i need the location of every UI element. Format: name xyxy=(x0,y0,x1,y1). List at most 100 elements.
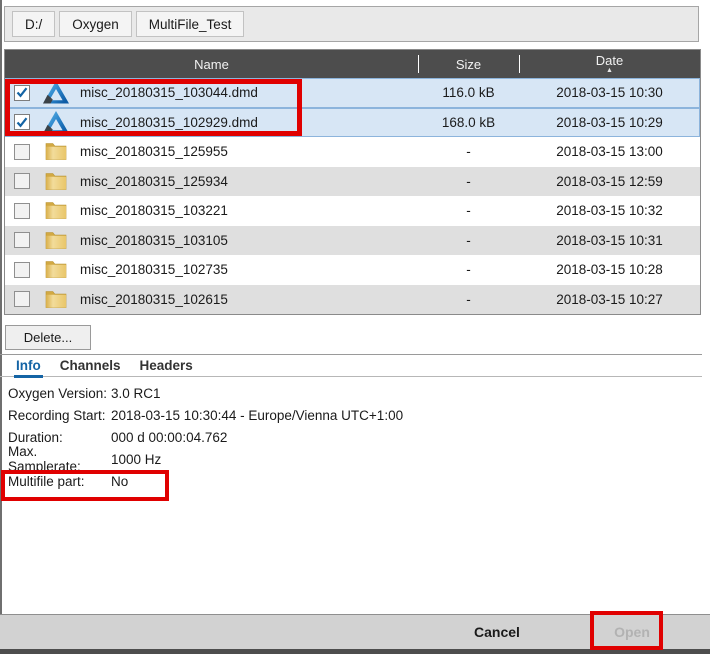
row-checkbox[interactable] xyxy=(14,173,30,189)
column-header-date[interactable]: Date ▲ xyxy=(519,50,700,78)
table-row[interactable]: misc_20180315_103221 -2018-03-15 10:32 xyxy=(5,196,700,226)
info-panel: Oxygen Version:3.0 RC1Recording Start:20… xyxy=(8,382,608,492)
open-button[interactable]: Open xyxy=(608,615,656,649)
folder-icon xyxy=(43,169,69,193)
table-row[interactable]: misc_20180315_125934 -2018-03-15 12:59 xyxy=(5,167,700,197)
folder-icon xyxy=(43,199,69,223)
file-name: misc_20180315_125934 xyxy=(80,174,228,189)
file-size: - xyxy=(418,203,519,218)
file-name: misc_20180315_125955 xyxy=(80,144,228,159)
info-value: 000 d 00:00:04.762 xyxy=(111,430,227,445)
breadcrumb-item-multifile-test[interactable]: MultiFile_Test xyxy=(136,11,245,37)
row-checkbox[interactable] xyxy=(14,203,30,219)
table-row[interactable]: misc_20180315_102735 -2018-03-15 10:28 xyxy=(5,255,700,285)
file-date: 2018-03-15 10:28 xyxy=(519,262,700,277)
tab-info[interactable]: Info xyxy=(16,358,41,375)
file-size: 116.0 kB xyxy=(418,85,519,100)
footer-dark-strip xyxy=(0,649,710,654)
row-checkbox-checked[interactable] xyxy=(14,114,30,130)
dewetron-file-icon xyxy=(43,110,69,134)
folder-icon xyxy=(45,201,67,220)
info-value: No xyxy=(111,474,128,489)
table-row[interactable]: misc_20180315_102615 -2018-03-15 10:27 xyxy=(5,285,700,315)
file-table: Name Size Date ▲ misc_20180315_103044.dm… xyxy=(4,49,701,315)
cancel-button[interactable]: Cancel xyxy=(468,615,526,649)
delete-button[interactable]: Delete... xyxy=(5,325,91,350)
column-header-name[interactable]: Name xyxy=(5,50,418,78)
file-name: misc_20180315_103044.dmd xyxy=(80,85,258,100)
file-date: 2018-03-15 12:59 xyxy=(519,174,700,189)
detail-tabs: Info Channels Headers xyxy=(0,356,702,377)
row-checkbox[interactable] xyxy=(14,291,30,307)
file-size: 168.0 kB xyxy=(418,115,519,130)
file-size: - xyxy=(418,174,519,189)
folder-icon xyxy=(43,287,69,311)
table-header: Name Size Date ▲ xyxy=(5,50,700,78)
info-label: Max. Samplerate: xyxy=(8,444,111,474)
row-name-cell: misc_20180315_103044.dmd xyxy=(5,78,418,108)
dewetron-file-icon xyxy=(43,111,69,134)
info-line: Oxygen Version:3.0 RC1 xyxy=(8,382,608,404)
folder-icon xyxy=(43,228,69,252)
table-row[interactable]: misc_20180315_102929.dmd168.0 kB2018-03-… xyxy=(5,108,700,138)
folder-icon xyxy=(45,231,67,250)
file-date: 2018-03-15 10:32 xyxy=(519,203,700,218)
row-name-cell: misc_20180315_125934 xyxy=(5,167,418,197)
row-name-cell: misc_20180315_102929.dmd xyxy=(5,108,418,138)
column-header-size[interactable]: Size xyxy=(418,50,519,78)
footer-bar: Cancel Open xyxy=(0,614,710,649)
row-name-cell: misc_20180315_102735 xyxy=(5,255,418,285)
folder-icon xyxy=(45,172,67,191)
row-checkbox[interactable] xyxy=(14,262,30,278)
file-size: - xyxy=(418,262,519,277)
column-header-date-label: Date xyxy=(596,55,623,67)
info-line: Multifile part:No xyxy=(8,470,608,492)
sort-ascending-icon: ▲ xyxy=(606,67,613,74)
window-left-border xyxy=(0,0,2,614)
file-size: - xyxy=(418,292,519,307)
folder-icon xyxy=(43,140,69,164)
tab-channels[interactable]: Channels xyxy=(60,358,121,375)
breadcrumb-item-drive[interactable]: D:/ xyxy=(12,11,55,37)
info-label: Recording Start: xyxy=(8,408,111,423)
table-body: misc_20180315_103044.dmd116.0 kB2018-03-… xyxy=(5,78,700,314)
info-value: 2018-03-15 10:30:44 - Europe/Vienna UTC+… xyxy=(111,408,403,423)
breadcrumb-item-oxygen[interactable]: Oxygen xyxy=(59,11,132,37)
checkmark-icon xyxy=(16,87,28,98)
table-row[interactable]: misc_20180315_125955 -2018-03-15 13:00 xyxy=(5,137,700,167)
file-date: 2018-03-15 10:27 xyxy=(519,292,700,307)
info-line: Recording Start:2018-03-15 10:30:44 - Eu… xyxy=(8,404,608,426)
folder-icon xyxy=(45,290,67,309)
info-value: 3.0 RC1 xyxy=(111,386,161,401)
table-row[interactable]: misc_20180315_103105 -2018-03-15 10:31 xyxy=(5,226,700,256)
row-checkbox-checked[interactable] xyxy=(14,85,30,101)
row-name-cell: misc_20180315_103221 xyxy=(5,196,418,226)
folder-icon xyxy=(43,258,69,282)
row-name-cell: misc_20180315_102615 xyxy=(5,285,418,315)
row-checkbox[interactable] xyxy=(14,232,30,248)
table-row[interactable]: misc_20180315_103044.dmd 116.0 kB2018-03-… xyxy=(5,78,700,108)
info-label: Duration: xyxy=(8,430,111,445)
tab-headers[interactable]: Headers xyxy=(140,358,193,375)
file-date: 2018-03-15 10:30 xyxy=(519,85,700,100)
file-name: misc_20180315_102735 xyxy=(80,262,228,277)
separator-line xyxy=(0,354,702,355)
row-checkbox[interactable] xyxy=(14,144,30,160)
file-name: misc_20180315_103221 xyxy=(80,203,228,218)
dewetron-file-icon xyxy=(43,81,69,105)
info-label: Multifile part: xyxy=(8,474,111,489)
file-size: - xyxy=(418,144,519,159)
info-label: Oxygen Version: xyxy=(8,386,111,401)
file-name: misc_20180315_103105 xyxy=(80,233,228,248)
dewetron-file-icon xyxy=(43,81,69,104)
info-line: Max. Samplerate:1000 Hz xyxy=(8,448,608,470)
file-open-dialog: D:/ Oxygen MultiFile_Test Name Size Date… xyxy=(0,0,710,654)
folder-icon xyxy=(45,260,67,279)
row-name-cell: misc_20180315_125955 xyxy=(5,137,418,167)
file-date: 2018-03-15 10:31 xyxy=(519,233,700,248)
folder-icon xyxy=(45,142,67,161)
file-date: 2018-03-15 10:29 xyxy=(519,115,700,130)
file-size: - xyxy=(418,233,519,248)
file-name: misc_20180315_102615 xyxy=(80,292,228,307)
file-date: 2018-03-15 13:00 xyxy=(519,144,700,159)
